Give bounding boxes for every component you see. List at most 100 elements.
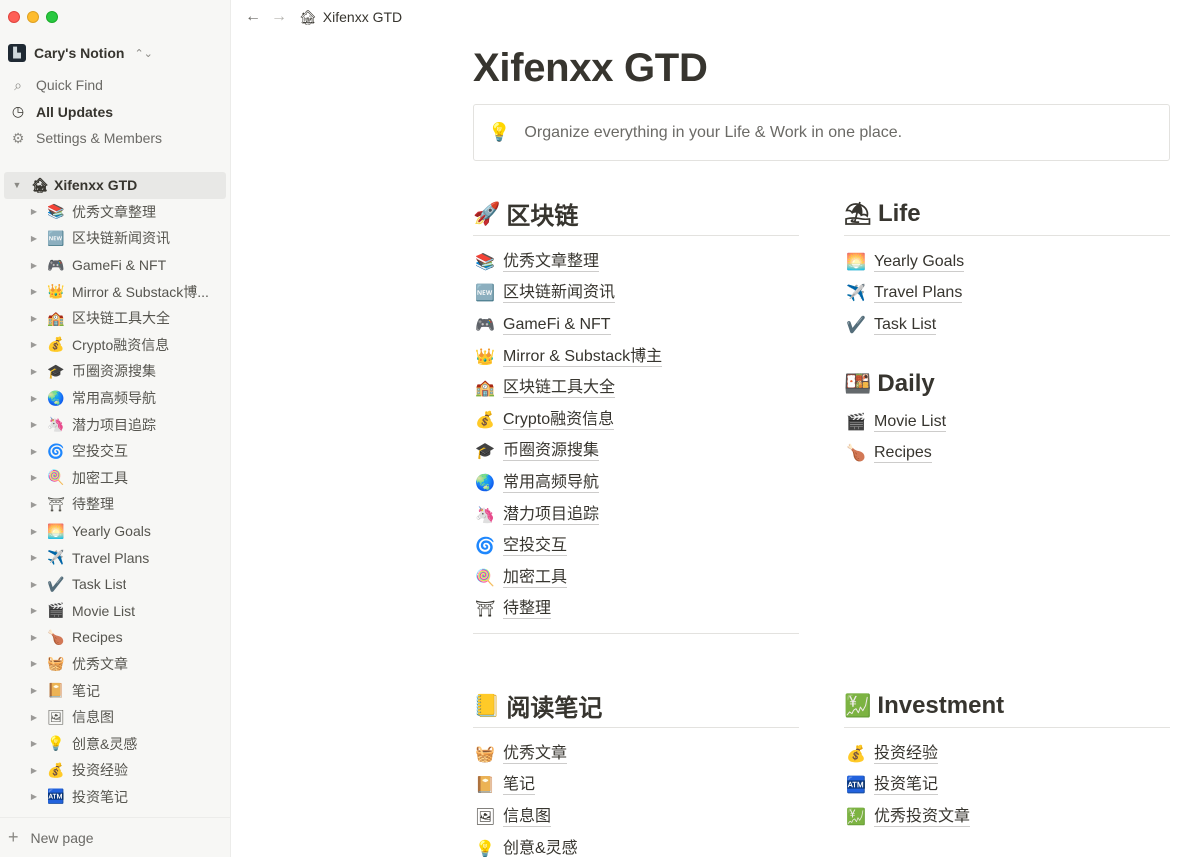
page-link[interactable]: 🎬 Movie List (844, 406, 1170, 438)
page-link[interactable]: 🏫 区块链工具大全 (473, 372, 799, 404)
caret-right-icon[interactable]: ▶ (28, 394, 40, 403)
section-title: Investment (877, 691, 1005, 719)
caret-right-icon[interactable]: ▶ (28, 527, 40, 536)
page-link[interactable]: 📔 笔记 (473, 770, 799, 802)
tree-root-page[interactable]: ▼ 🏚 Xifenxx GTD (4, 172, 226, 199)
maximize-window-button[interactable] (46, 11, 58, 23)
new-page-button[interactable]: + New page (0, 817, 230, 857)
page-link-label: 加密工具 (503, 568, 568, 588)
sidebar-page-item[interactable]: ▶ ✔️ Task List (0, 571, 230, 598)
page-link[interactable]: 🖼 信息图 (473, 801, 799, 833)
page-link[interactable]: 🌀 空投交互 (473, 530, 799, 562)
page-emoji-icon: ✈️ (47, 549, 65, 566)
sidebar-page-item[interactable]: ▶ 🌏 常用高频导航 (0, 385, 230, 412)
caret-right-icon[interactable]: ▶ (28, 713, 40, 722)
sidebar-page-item[interactable]: ▶ 👑 Mirror & Substack博... (0, 278, 230, 305)
caret-right-icon[interactable]: ▶ (28, 606, 40, 615)
page-link[interactable]: 👑 Mirror & Substack博主 (473, 341, 799, 373)
breadcrumb[interactable]: 🏚 Xifenxx GTD (299, 9, 402, 26)
sidebar-page-item[interactable]: ▶ 🎮 GameFi & NFT (0, 252, 230, 279)
close-window-button[interactable] (8, 11, 20, 23)
minimize-window-button[interactable] (27, 11, 39, 23)
sidebar-page-item[interactable]: ▶ 🌀 空投交互 (0, 438, 230, 465)
page-link[interactable]: 🎓 币圈资源搜集 (473, 436, 799, 468)
sidebar-page-item[interactable]: ▶ 🍭 加密工具 (0, 465, 230, 492)
plus-icon: + (8, 827, 19, 847)
caret-down-icon[interactable]: ▼ (8, 180, 26, 190)
sidebar-page-item[interactable]: ▶ 🍗 Recipes (0, 624, 230, 651)
page-link[interactable]: 🌏 常用高频导航 (473, 467, 799, 499)
caret-right-icon[interactable]: ▶ (28, 287, 40, 296)
sidebar-page-item[interactable]: ▶ 🏫 区块链工具大全 (0, 305, 230, 332)
back-arrow-icon[interactable]: ← (245, 8, 261, 26)
forward-arrow-icon[interactable]: → (271, 8, 287, 26)
caret-right-icon[interactable]: ▶ (28, 234, 40, 243)
sidebar-page-item[interactable]: ▶ 💰 Crypto融资信息 (0, 332, 230, 359)
sidebar-page-label: Movie List (72, 602, 136, 619)
sidebar-page-item[interactable]: ▶ 🏧 投资笔记 (0, 784, 230, 811)
caret-right-icon[interactable]: ▶ (28, 766, 40, 775)
workspace-logo-icon: ▙ (8, 44, 26, 62)
caret-right-icon[interactable]: ▶ (28, 420, 40, 429)
caret-right-icon[interactable]: ▶ (28, 659, 40, 668)
sidebar-page-item[interactable]: ▶ 🎬 Movie List (0, 598, 230, 625)
caret-right-icon[interactable]: ▶ (28, 367, 40, 376)
caret-right-icon[interactable]: ▶ (28, 447, 40, 456)
sidebar-page-item[interactable]: ▶ ⛩ 待整理 (0, 491, 230, 518)
page-link[interactable]: 🎮 GameFi & NFT (473, 309, 799, 341)
caret-right-icon[interactable]: ▶ (28, 739, 40, 748)
caret-right-icon[interactable]: ▶ (28, 792, 40, 801)
page-link[interactable]: 💹 优秀投资文章 (844, 801, 1170, 833)
sidebar-page-item[interactable]: ▶ 🆕 区块链新闻资讯 (0, 225, 230, 252)
section-heading[interactable]: 📒 阅读笔记 (473, 688, 799, 728)
sidebar-page-item[interactable]: ▶ 📔 笔记 (0, 677, 230, 704)
section-heading[interactable]: 🚀 区块链 (473, 196, 799, 236)
workspace-switcher[interactable]: ▙ Cary's Notion ⌃⌄ (8, 42, 222, 64)
page-link[interactable]: ✈️ Travel Plans (844, 278, 1170, 310)
sidebar-link-quick-find[interactable]: ⌕ Quick Find (0, 72, 230, 99)
caret-right-icon[interactable]: ▶ (28, 314, 40, 323)
caret-right-icon[interactable]: ▶ (28, 633, 40, 642)
section-heading[interactable]: 💹 Investment (844, 688, 1170, 728)
callout-block[interactable]: 💡 Organize everything in your Life & Wor… (473, 104, 1170, 161)
page-link[interactable]: 🍗 Recipes (844, 438, 1170, 470)
sidebar-page-item[interactable]: ▶ 🦄 潜力项目追踪 (0, 411, 230, 438)
caret-right-icon[interactable]: ▶ (28, 500, 40, 509)
page-link[interactable]: 💰 投资经验 (844, 738, 1170, 770)
page-link-label: 投资笔记 (874, 776, 939, 796)
page-link[interactable]: 💰 Crypto融资信息 (473, 404, 799, 436)
page-link[interactable]: 🧺 优秀文章 (473, 738, 799, 770)
sidebar-page-item[interactable]: ▶ 💡 创意&灵感 (0, 730, 230, 757)
section-heading[interactable]: ⛱ Life (844, 196, 1170, 236)
sidebar-page-item[interactable]: ▶ 🧺 优秀文章 (0, 651, 230, 678)
page-link[interactable]: 🏧 投资笔记 (844, 770, 1170, 802)
sidebar-page-label: 优秀文章 (72, 655, 128, 672)
caret-right-icon[interactable]: ▶ (28, 553, 40, 562)
sidebar-page-item[interactable]: ▶ 🌅 Yearly Goals (0, 518, 230, 545)
sidebar-page-item[interactable]: ▶ 🎓 币圈资源搜集 (0, 358, 230, 385)
caret-right-icon[interactable]: ▶ (28, 580, 40, 589)
page-title[interactable]: Xifenxx GTD (473, 46, 708, 91)
page-link[interactable]: ⛩ 待整理 (473, 594, 799, 626)
page-link[interactable]: 🆕 区块链新闻资讯 (473, 278, 799, 310)
page-link[interactable]: 🌅 Yearly Goals (844, 246, 1170, 278)
caret-right-icon[interactable]: ▶ (28, 340, 40, 349)
page-link[interactable]: 🍭 加密工具 (473, 562, 799, 594)
page-link[interactable]: ✔️ Task List (844, 309, 1170, 341)
sidebar-page-item[interactable]: ▶ 💰 投资经验 (0, 757, 230, 784)
page-link[interactable]: 💡 创意&灵感 (473, 833, 799, 857)
section-heading[interactable]: 🍱 Daily (844, 366, 1170, 406)
caret-right-icon[interactable]: ▶ (28, 686, 40, 695)
sidebar-page-item[interactable]: ▶ 🖼 信息图 (0, 704, 230, 731)
page-link[interactable]: 📚 优秀文章整理 (473, 246, 799, 278)
sidebar-page-item[interactable]: ▶ ✈️ Travel Plans (0, 544, 230, 571)
sidebar-link-all-updates[interactable]: ◷ All Updates (0, 99, 230, 126)
page-link[interactable]: 🦄 潜力项目追踪 (473, 499, 799, 531)
sidebar-page-item[interactable]: ▶ 📚 优秀文章整理 (0, 199, 230, 226)
page-emoji-icon: 🎬 (47, 602, 65, 619)
caret-right-icon[interactable]: ▶ (28, 261, 40, 270)
sidebar-page-label: 币圈资源搜集 (72, 363, 156, 380)
sidebar-link-settings-members[interactable]: ⚙ Settings & Members (0, 125, 230, 152)
caret-right-icon[interactable]: ▶ (28, 207, 40, 216)
caret-right-icon[interactable]: ▶ (28, 473, 40, 482)
